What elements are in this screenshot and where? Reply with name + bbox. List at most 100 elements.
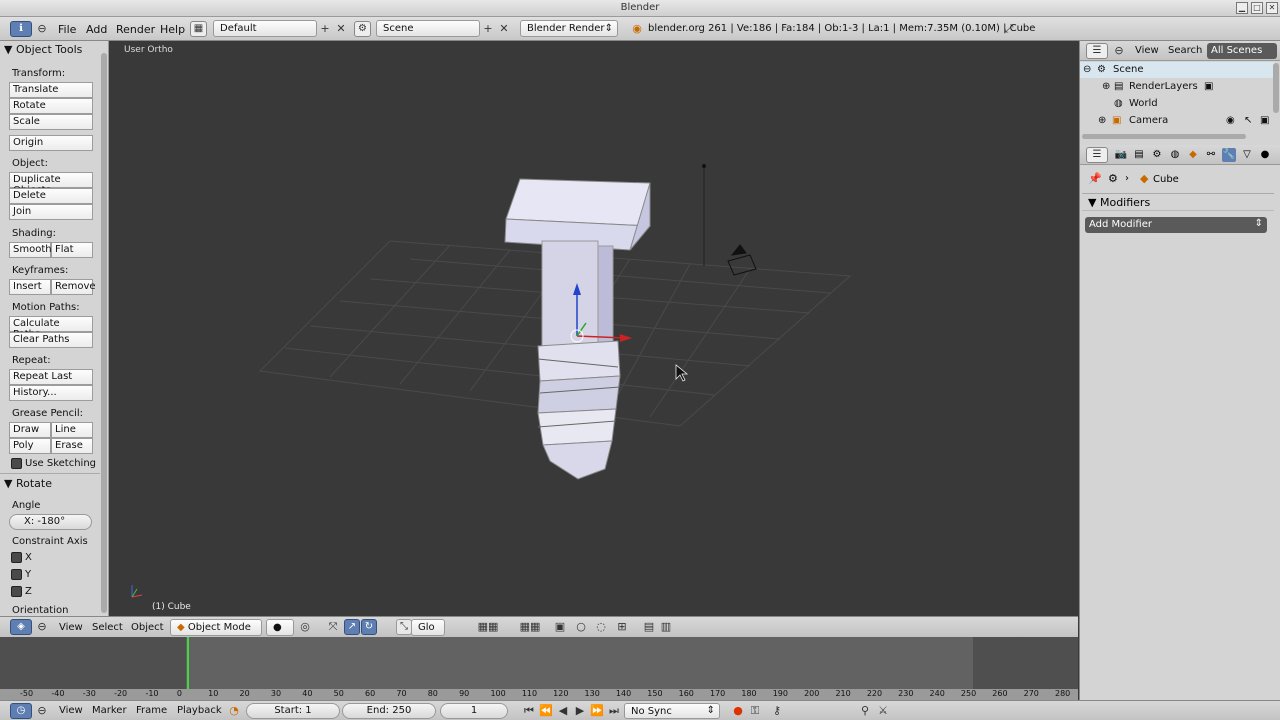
- minimize-button[interactable]: ▁: [1236, 2, 1248, 14]
- render-tab-icon[interactable]: 📷: [1114, 148, 1128, 162]
- outliner-menu-search[interactable]: Search: [1168, 45, 1202, 56]
- expand-camera-icon[interactable]: ⊕: [1098, 115, 1106, 126]
- timeline-collapse-icon[interactable]: ⊖: [35, 704, 49, 718]
- remove-scene-icon[interactable]: ✕: [497, 22, 511, 36]
- screen-layout-icon[interactable]: ▦: [190, 21, 207, 37]
- flat-button[interactable]: Flat: [51, 242, 93, 258]
- timeline-ruler[interactable]: -50 -40 -30 -20 -10 0 10 20 30 40 50 60 70 80 90 100 110…: [0, 689, 1078, 700]
- delete-button[interactable]: Delete: [9, 188, 93, 204]
- scene-icon[interactable]: ⚙: [354, 21, 371, 37]
- end-frame-field[interactable]: End: 250: [342, 703, 436, 719]
- lock-layers-icon[interactable]: ▣: [553, 620, 567, 634]
- menu-file[interactable]: File: [58, 23, 76, 36]
- constraint-x-checkbox[interactable]: [11, 552, 22, 563]
- clear-paths-button[interactable]: Clear Paths: [9, 332, 93, 348]
- jump-start-icon[interactable]: ⏮: [522, 704, 536, 718]
- object-tab-icon[interactable]: ◆: [1186, 148, 1200, 162]
- outliner-filter-select[interactable]: All Scenes: [1207, 43, 1277, 59]
- outliner-row-renderlayers[interactable]: ⊕ ▤ RenderLayers ▣: [1080, 79, 1275, 95]
- manipulator-toggle-icon[interactable]: ⤧: [326, 620, 340, 634]
- timeline-menu-frame[interactable]: Frame: [136, 705, 167, 716]
- mode-select[interactable]: ◆ Object Mode: [170, 619, 262, 636]
- preview-range-icon[interactable]: ◔: [227, 704, 241, 718]
- transform-orientation-select[interactable]: Glo: [411, 619, 445, 636]
- calculate-paths-button[interactable]: Calculate Paths: [9, 316, 93, 340]
- outliner-hscrollbar[interactable]: [1082, 134, 1246, 139]
- repeat-last-button[interactable]: Repeat Last: [9, 369, 93, 385]
- outliner-menu-view[interactable]: View: [1135, 45, 1159, 56]
- next-keyframe-icon[interactable]: ⏩: [590, 704, 604, 718]
- rotate-operator-header[interactable]: ▼ Rotate: [0, 473, 100, 491]
- menu-render[interactable]: Render: [116, 23, 155, 36]
- draw-button[interactable]: Draw: [9, 422, 51, 438]
- outliner-scrollbar[interactable]: [1273, 63, 1279, 113]
- snap-toggle-icon[interactable]: ◌: [594, 620, 608, 634]
- modifiers-tab-icon[interactable]: 🔧: [1222, 148, 1236, 162]
- remove-layout-icon[interactable]: ✕: [334, 22, 348, 36]
- maximize-button[interactable]: □: [1251, 2, 1263, 14]
- menu-add[interactable]: Add: [86, 23, 107, 36]
- menu-help[interactable]: Help: [160, 23, 185, 36]
- editor-type-icon[interactable]: ℹ: [10, 21, 32, 37]
- timeline-menu-marker[interactable]: Marker: [92, 705, 127, 716]
- render-animation-icon[interactable]: ▥: [659, 620, 673, 634]
- jump-end-icon[interactable]: ⏭: [607, 704, 621, 718]
- visibility-eye-icon[interactable]: ◉: [1226, 115, 1235, 126]
- start-frame-field[interactable]: Start: 1: [246, 703, 340, 719]
- keyframe-delete-icon[interactable]: ⚔: [876, 704, 890, 718]
- history-button[interactable]: History...: [9, 385, 93, 401]
- viewport-menu-object[interactable]: Object: [131, 622, 164, 633]
- expand-renderlayers-icon[interactable]: ⊕: [1102, 81, 1110, 92]
- join-button[interactable]: Join: [9, 204, 93, 220]
- add-scene-icon[interactable]: +: [481, 22, 495, 36]
- outliner-row-camera[interactable]: ⊕ ▣ Camera ◉ ↖ ▣: [1080, 113, 1275, 129]
- layers-group-2-icon[interactable]: ▦▦: [512, 620, 548, 634]
- outliner-row-scene[interactable]: ⊖ ⚙ Scene: [1080, 62, 1275, 78]
- timeline-editor-type-icon[interactable]: ◷: [10, 703, 32, 719]
- add-layout-icon[interactable]: +: [318, 22, 332, 36]
- proportional-edit-icon[interactable]: ○: [574, 620, 588, 634]
- selectable-arrow-icon[interactable]: ↖: [1244, 115, 1252, 126]
- viewport-menu-view[interactable]: View: [59, 622, 83, 633]
- snap-element-icon[interactable]: ⊞: [615, 620, 629, 634]
- scene-tab-icon[interactable]: ⚙: [1150, 148, 1164, 162]
- scale-button[interactable]: Scale: [9, 114, 93, 130]
- viewport-menu-select[interactable]: Select: [92, 622, 123, 633]
- render-layers-tab-icon[interactable]: ▤: [1132, 148, 1146, 162]
- outliner-editor-type-icon[interactable]: ☰: [1086, 43, 1108, 59]
- expand-scene-icon[interactable]: ⊖: [1083, 64, 1091, 75]
- rotate-button[interactable]: Rotate: [9, 98, 93, 114]
- line-button[interactable]: Line: [51, 422, 93, 438]
- timeline-menu-view[interactable]: View: [59, 705, 83, 716]
- insert-keyframe-icon[interactable]: ⚷: [770, 704, 784, 718]
- maximize-area-icon[interactable]: ⤢: [1002, 22, 1016, 36]
- use-sketching-checkbox[interactable]: [11, 458, 22, 469]
- duplicate-objects-button[interactable]: Duplicate Objects: [9, 172, 93, 196]
- remove-keyframe-button[interactable]: Remove: [51, 279, 96, 295]
- rotate-manipulator-icon[interactable]: ↻: [361, 619, 377, 635]
- angle-x-field[interactable]: X: -180°: [9, 514, 92, 530]
- constraint-z-checkbox[interactable]: [11, 586, 22, 597]
- translate-manipulator-icon[interactable]: ↗: [344, 619, 360, 635]
- poly-button[interactable]: Poly: [9, 438, 51, 454]
- erase-button[interactable]: Erase: [51, 438, 93, 454]
- pivot-icon[interactable]: ◎: [298, 620, 312, 634]
- pin-icon[interactable]: 📌: [1088, 172, 1102, 185]
- object-tools-header[interactable]: ▼ Object Tools: [4, 43, 82, 56]
- play-icon[interactable]: ▶: [573, 704, 587, 718]
- insert-keyframe-button[interactable]: Insert: [9, 279, 51, 295]
- origin-button[interactable]: Origin: [9, 135, 93, 151]
- translate-button[interactable]: Translate: [9, 82, 93, 98]
- modifiers-panel-header[interactable]: ▼ Modifiers: [1082, 193, 1274, 211]
- viewport-editor-type-icon[interactable]: ◈: [10, 619, 32, 635]
- close-button[interactable]: ✕: [1266, 2, 1278, 14]
- constraint-y-checkbox[interactable]: [11, 569, 22, 580]
- shading-select[interactable]: ●: [266, 619, 294, 636]
- material-tab-icon[interactable]: ●: [1258, 148, 1272, 162]
- record-icon[interactable]: ●: [731, 704, 745, 718]
- viewport-collapse-icon[interactable]: ⊖: [35, 620, 49, 634]
- timeline-area[interactable]: -50 -40 -30 -20 -10 0 10 20 30 40 50 60 70 80 90 100 110…: [0, 637, 1078, 700]
- sync-mode-select[interactable]: No Sync ⇕: [624, 703, 720, 719]
- smooth-button[interactable]: Smooth: [9, 242, 52, 258]
- keying-set-icon[interactable]: ⚿: [748, 704, 762, 718]
